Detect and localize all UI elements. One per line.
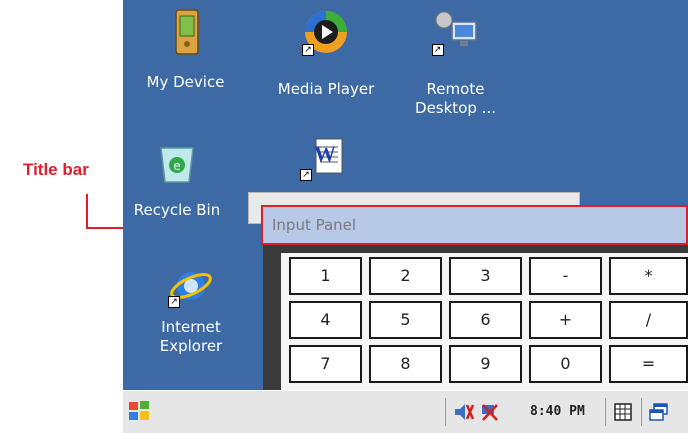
title-bar-annotation-label: Title bar xyxy=(23,160,89,179)
key-equals[interactable]: = xyxy=(609,345,688,383)
tray-divider xyxy=(641,398,642,426)
key-4[interactable]: 4 xyxy=(289,301,362,339)
desktop-icon-word[interactable]: W ↗ xyxy=(293,135,353,185)
key-multiply[interactable]: * xyxy=(609,257,688,295)
remote-desktop-label-line2: Desktop ... xyxy=(415,99,496,117)
desktop-icon-internet-explorer[interactable]: ↗ Internet Explorer xyxy=(141,262,241,356)
windows-flag-icon[interactable] xyxy=(127,399,151,423)
key-7[interactable]: 7 xyxy=(289,345,362,383)
clock-time[interactable]: 8:40 PM xyxy=(530,404,585,419)
internet-explorer-icon: ↗ xyxy=(168,262,214,308)
tray-divider xyxy=(445,398,446,426)
remote-desktop-label-line1: Remote xyxy=(426,80,485,98)
key-6[interactable]: 6 xyxy=(449,301,522,339)
numeric-keypad: 1 2 3 - * 4 5 6 + / 7 8 9 0 = xyxy=(281,253,688,390)
window-switch-icon[interactable] xyxy=(648,402,670,422)
key-divide[interactable]: / xyxy=(609,301,688,339)
network-icon[interactable] xyxy=(479,402,501,422)
shortcut-arrow-icon: ↗ xyxy=(168,296,180,308)
key-3[interactable]: 3 xyxy=(449,257,522,295)
volume-icon[interactable] xyxy=(453,402,475,422)
taskbar: 8:40 PM xyxy=(123,390,688,433)
internet-explorer-label-line2: Explorer xyxy=(159,337,223,355)
key-2[interactable]: 2 xyxy=(369,257,442,295)
key-5[interactable]: 5 xyxy=(369,301,442,339)
shortcut-arrow-icon: ↗ xyxy=(300,169,312,181)
my-device-label: My Device xyxy=(146,73,225,91)
shortcut-arrow-icon: ↗ xyxy=(431,44,444,56)
svg-text:e: e xyxy=(173,159,180,173)
tray-divider xyxy=(605,398,606,426)
title-bar-highlight-box xyxy=(261,205,688,245)
annotation-leader-vertical xyxy=(86,194,88,229)
desktop-icon-recycle-bin[interactable]: e Recycle Bin xyxy=(127,140,227,220)
recycle-bin-label: Recycle Bin xyxy=(133,201,221,219)
remote-desktop-icon: ↗ xyxy=(431,8,480,56)
desktop-icon-remote-desktop[interactable]: ↗ Remote Desktop ... xyxy=(393,8,518,118)
recycle-bin-icon: e xyxy=(155,140,199,184)
key-plus[interactable]: + xyxy=(529,301,602,339)
key-9[interactable]: 9 xyxy=(449,345,522,383)
shortcut-arrow-icon: ↗ xyxy=(302,44,314,56)
key-8[interactable]: 8 xyxy=(369,345,442,383)
keyboard-icon[interactable] xyxy=(613,402,633,422)
internet-explorer-label-line1: Internet xyxy=(161,318,221,336)
input-panel-body: 1 2 3 - * 4 5 6 + / 7 8 9 0 = xyxy=(263,243,688,390)
pda-icon xyxy=(166,8,206,55)
system-tray: 8:40 PM xyxy=(445,395,688,429)
media-player-label: Media Player xyxy=(277,80,375,98)
desktop-icon-media-player[interactable]: ↗ Media Player xyxy=(261,8,391,99)
svg-text:W: W xyxy=(314,141,336,166)
word-document-icon: W ↗ xyxy=(300,135,346,181)
key-1[interactable]: 1 xyxy=(289,257,362,295)
media-player-icon: ↗ xyxy=(302,8,350,56)
key-0[interactable]: 0 xyxy=(529,345,602,383)
key-minus[interactable]: - xyxy=(529,257,602,295)
desktop-icon-my-device[interactable]: My Device xyxy=(133,8,238,92)
